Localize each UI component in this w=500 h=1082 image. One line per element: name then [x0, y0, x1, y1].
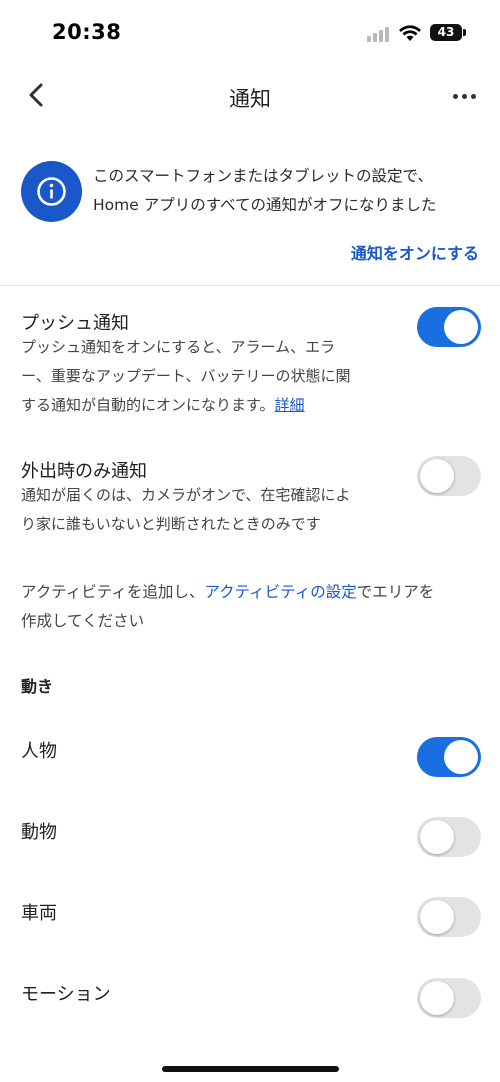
away-only-title: 外出時のみ通知 [21, 461, 147, 482]
motion-label: モーション [21, 984, 111, 1005]
motion-section-heading: 動き [21, 677, 54, 696]
cellular-signal-icon [367, 26, 391, 42]
toggle-knob [420, 820, 454, 854]
activity-zone-message: アクティビティを追加し、アクティビティの設定でエリアを 作成してください [21, 578, 491, 636]
push-desc-line-1: プッシュ通知をオンにすると、アラーム、エラ [21, 338, 336, 356]
turn-on-notifications-link[interactable]: 通知をオンにする [351, 240, 479, 264]
info-icon [21, 161, 82, 222]
page-title: 通知 [229, 87, 271, 111]
motion-toggle[interactable] [417, 978, 481, 1018]
battery-tip [463, 29, 466, 36]
home-indicator[interactable] [162, 1066, 339, 1072]
vehicle-toggle[interactable] [417, 897, 481, 937]
push-notifications-description: プッシュ通知をオンにすると、アラーム、エラ ー、重要なアップデート、バッテリーの… [21, 333, 389, 420]
push-desc-text: する通知が自動的にオンになります。 [21, 396, 275, 414]
activity-suffix: でエリアを [356, 583, 435, 601]
toggle-knob [420, 459, 454, 493]
push-notifications-toggle[interactable] [417, 307, 481, 347]
status-time: 20:38 [52, 20, 122, 44]
toggle-knob [444, 310, 478, 344]
divider [0, 285, 500, 286]
wifi-icon [399, 25, 421, 41]
away-only-description: 通知が届くのは、カメラがオンで、在宅確認によ り家に誰もいないと判断されたときの… [21, 481, 401, 539]
push-notifications-title: プッシュ通知 [21, 313, 129, 334]
away-desc-line-1: 通知が届くのは、カメラがオンで、在宅確認によ [21, 486, 351, 504]
person-toggle[interactable] [417, 737, 481, 777]
activity-prefix: アクティビティを追加し、 [21, 583, 205, 601]
activity-settings-link[interactable]: アクティビティの設定 [204, 583, 356, 601]
battery-indicator: 43 [430, 24, 462, 41]
activity-line-2: 作成してください [21, 612, 145, 630]
away-only-toggle[interactable] [417, 456, 481, 496]
animal-toggle[interactable] [417, 817, 481, 857]
vehicle-label: 車両 [21, 903, 57, 924]
activity-line-1: アクティビティを追加し、アクティビティの設定でエリアを [21, 578, 491, 607]
notifications-off-message: このスマートフォンまたはタブレットの設定で、 Home アプリのすべての通知がオ… [93, 162, 485, 220]
toggle-knob [420, 900, 454, 934]
push-desc-line-3: する通知が自動的にオンになります。詳細 [21, 391, 389, 420]
details-link[interactable]: 詳細 [275, 396, 305, 414]
banner-line-2: Home アプリのすべての通知がオフになりました [93, 196, 437, 214]
toggle-knob [420, 981, 454, 1015]
toggle-knob [444, 740, 478, 774]
away-desc-line-2: り家に誰もいないと判断されたときのみです [21, 515, 321, 533]
banner-line-1: このスマートフォンまたはタブレットの設定で、 [93, 167, 433, 185]
person-label: 人物 [21, 741, 57, 762]
more-options-icon[interactable] [450, 86, 480, 106]
animal-label: 動物 [21, 822, 57, 843]
push-desc-line-2: ー、重要なアップデート、バッテリーの状態に関 [21, 367, 351, 385]
